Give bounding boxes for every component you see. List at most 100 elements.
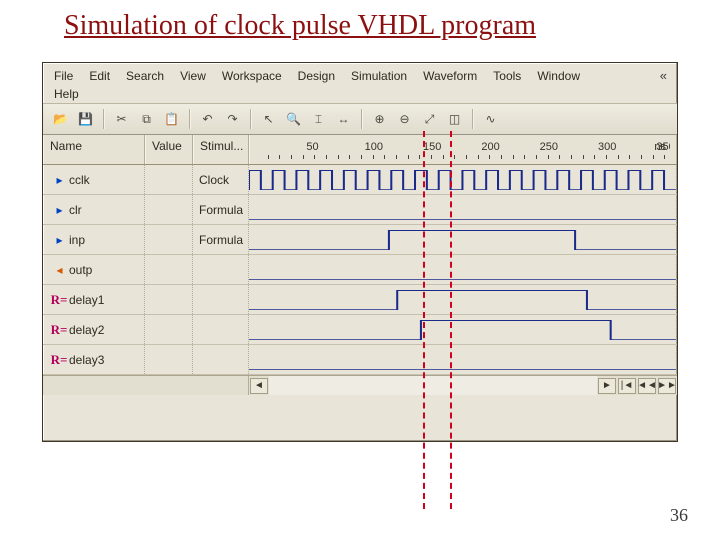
signal-stimul-cell[interactable]: [193, 345, 249, 374]
signal-name-cell[interactable]: ▸clr: [43, 195, 145, 224]
signal-name-cell[interactable]: ◂outp: [43, 255, 145, 284]
waveform-cell[interactable]: [249, 315, 677, 344]
signal-value-cell[interactable]: [145, 195, 193, 224]
menubar: File Edit Search View Workspace Design S…: [43, 63, 677, 103]
signal-value-cell[interactable]: [145, 315, 193, 344]
toolbar-separator: [103, 109, 104, 129]
input-port-icon: ▸: [56, 203, 61, 217]
signal-stimul-cell[interactable]: Clock: [193, 165, 249, 194]
output-port-icon: ◂: [56, 263, 61, 277]
open-icon[interactable]: 📂: [49, 108, 72, 130]
col-time-ruler: ns 50100150200250300350: [249, 135, 677, 164]
toolbar-separator: [472, 109, 473, 129]
signal-name-cell[interactable]: R=delay2: [43, 315, 145, 344]
zoom-out-icon[interactable]: ⊖: [393, 108, 416, 130]
insert-cursor-icon[interactable]: ⌶: [307, 108, 330, 130]
signal-value-cell[interactable]: [145, 255, 193, 284]
scroll-spacer: [43, 376, 249, 395]
toolbar-separator: [189, 109, 190, 129]
signal-row[interactable]: ▸clr Formula: [43, 195, 677, 225]
waveform-cell[interactable]: [249, 225, 677, 254]
zoom-icon[interactable]: 🔍: [282, 108, 305, 130]
signal-stimul-cell[interactable]: Formula: [193, 225, 249, 254]
simulator-window: File Edit Search View Workspace Design S…: [42, 62, 678, 442]
waveform-cell[interactable]: [249, 255, 677, 284]
signal-value-cell[interactable]: [145, 345, 193, 374]
zoom-area-icon[interactable]: ◫: [443, 108, 466, 130]
signal-rows: ▸cclkClock▸clrFormula▸inpFormula◂outpR=d…: [43, 165, 677, 375]
register-icon: R=: [51, 292, 68, 308]
menu-workspace[interactable]: Workspace: [215, 67, 289, 85]
signal-name-cell[interactable]: R=delay3: [43, 345, 145, 374]
signal-value-cell[interactable]: [145, 165, 193, 194]
signal-row[interactable]: ◂outp: [43, 255, 677, 285]
pointer-icon[interactable]: ↖: [257, 108, 280, 130]
menu-view[interactable]: View: [173, 67, 213, 85]
column-headers: Name Value Stimul... ns 5010015020025030…: [43, 135, 677, 165]
menu-simulation[interactable]: Simulation: [344, 67, 414, 85]
signal-name: delay1: [69, 293, 104, 307]
register-icon: R=: [51, 352, 68, 368]
signal-name-cell[interactable]: ▸ inp: [43, 225, 145, 254]
menu-edit[interactable]: Edit: [82, 67, 117, 85]
signal-value-cell[interactable]: [145, 285, 193, 314]
signal-name-cell[interactable]: ▸ cclk: [43, 165, 145, 194]
menu-file[interactable]: File: [47, 67, 80, 85]
ruler-tick: 100: [365, 141, 383, 153]
toolbar-separator: [361, 109, 362, 129]
measure-icon[interactable]: ↔: [332, 108, 355, 130]
signal-row[interactable]: ▸ inp Formula: [43, 225, 677, 255]
scroll-prev[interactable]: ◄◄: [638, 378, 656, 394]
ruler-tick: 200: [481, 141, 499, 153]
menu-design[interactable]: Design: [291, 67, 342, 85]
waveform-cell[interactable]: [249, 165, 677, 194]
signal-row[interactable]: R=delay2: [43, 315, 677, 345]
zoom-fit-icon[interactable]: ⤢: [418, 108, 441, 130]
cut-icon[interactable]: ✂: [110, 108, 133, 130]
signal-row[interactable]: R=delay1: [43, 285, 677, 315]
toolbar-separator: [250, 109, 251, 129]
col-stimul[interactable]: Stimul...: [193, 135, 249, 164]
signal-value-cell[interactable]: [145, 225, 193, 254]
waveform-tool-icon[interactable]: ∿: [479, 108, 502, 130]
hscrollbar: ◄ ► |◄ ◄◄ ►►: [43, 375, 677, 395]
copy-icon[interactable]: ⧉: [135, 108, 158, 130]
signal-name: inp: [69, 233, 85, 247]
undo-icon[interactable]: ↶: [196, 108, 219, 130]
paste-icon[interactable]: 📋: [160, 108, 183, 130]
menu-waveform[interactable]: Waveform: [416, 67, 484, 85]
scroll-right[interactable]: ►: [598, 378, 616, 394]
waveform-cell[interactable]: [249, 285, 677, 314]
slide-number: 36: [670, 505, 688, 526]
signal-stimul-cell[interactable]: [193, 285, 249, 314]
menu-overflow[interactable]: «: [654, 66, 673, 85]
signal-stimul-cell[interactable]: [193, 255, 249, 284]
scroll-next[interactable]: ►►: [658, 378, 676, 394]
col-value[interactable]: Value: [145, 135, 193, 164]
menu-search[interactable]: Search: [119, 67, 171, 85]
redo-icon[interactable]: ↷: [221, 108, 244, 130]
col-name[interactable]: Name: [43, 135, 145, 164]
menu-tools[interactable]: Tools: [486, 67, 528, 85]
scroll-track[interactable]: [269, 376, 597, 395]
input-port-icon: ▸: [56, 233, 61, 247]
save-icon[interactable]: 💾: [74, 108, 97, 130]
signal-name: cclk: [69, 173, 90, 187]
signal-name: delay2: [69, 323, 104, 337]
signal-stimul-cell[interactable]: Formula: [193, 195, 249, 224]
scroll-left[interactable]: ◄: [250, 378, 268, 394]
signal-row[interactable]: R=delay3: [43, 345, 677, 375]
zoom-in-icon[interactable]: ⊕: [368, 108, 391, 130]
menu-help[interactable]: Help: [47, 85, 86, 103]
signal-name: delay3: [69, 353, 104, 367]
signal-row[interactable]: ▸ cclk Clock: [43, 165, 677, 195]
menu-window[interactable]: Window: [530, 67, 587, 85]
ruler-tick: 350: [656, 141, 670, 153]
input-port-icon: ▸: [56, 173, 61, 187]
signal-stimul-cell[interactable]: [193, 315, 249, 344]
waveform-cell[interactable]: [249, 345, 677, 374]
waveform-cell[interactable]: [249, 195, 677, 224]
scroll-first[interactable]: |◄: [618, 378, 636, 394]
signal-name-cell[interactable]: R=delay1: [43, 285, 145, 314]
toolbar: 📂💾 ✂⧉📋 ↶↷ ↖🔍⌶↔ ⊕⊖⤢◫ ∿: [43, 103, 677, 135]
